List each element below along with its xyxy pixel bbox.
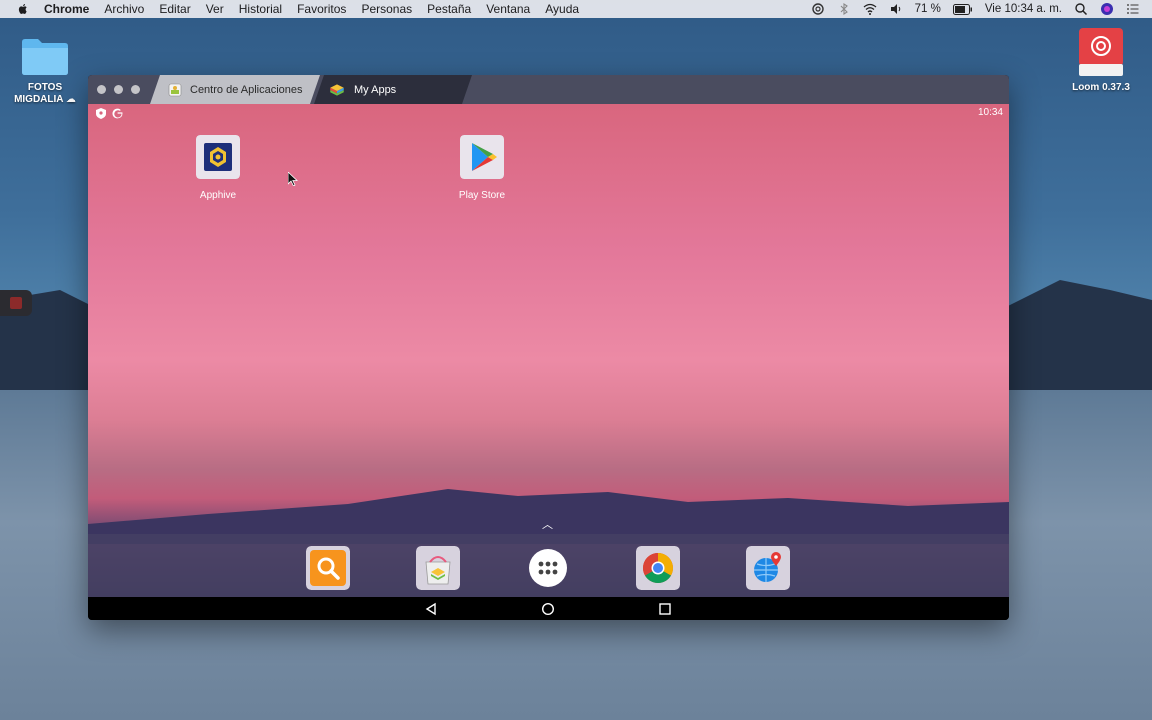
tab-label: Centro de Aplicaciones: [190, 83, 303, 96]
loom-disk-icon: [1079, 28, 1123, 76]
app-label: Apphive: [199, 190, 237, 201]
mouse-cursor-icon: [288, 172, 298, 186]
window-titlebar[interactable]: Centro de Aplicaciones My Apps: [88, 75, 1009, 104]
menu-favoritos[interactable]: Favoritos: [297, 2, 346, 16]
app-play-store[interactable]: Play Store: [437, 135, 527, 201]
android-nav-bar: [88, 597, 1009, 620]
notification-center-icon[interactable]: [1126, 2, 1140, 16]
android-home-screen[interactable]: 10:34 Apphive Play Store ︿: [88, 104, 1009, 597]
home-icon[interactable]: [541, 602, 555, 616]
folder-label-line1: FOTOS: [27, 82, 63, 93]
icloud-icon: ☁: [65, 94, 76, 105]
menu-historial[interactable]: Historial: [239, 2, 282, 16]
app-center-icon[interactable]: [416, 546, 460, 590]
folder-label-line2: MIGDALIA ☁: [12, 94, 78, 106]
menu-ayuda[interactable]: Ayuda: [545, 2, 579, 16]
google-icon: [112, 108, 123, 119]
android-dock: [88, 534, 1009, 597]
apple-icon[interactable]: [16, 2, 30, 16]
recents-icon[interactable]: [658, 602, 672, 616]
zoom-window-button[interactable]: [131, 85, 140, 94]
loom-label: Loom 0.37.3: [1072, 82, 1130, 93]
spotlight-search-icon[interactable]: [1074, 2, 1088, 16]
app-center-tab-icon: [168, 83, 182, 97]
battery-icon[interactable]: [952, 3, 973, 15]
menu-clock[interactable]: Vie 10:34 a. m.: [985, 3, 1062, 15]
loom-menu-icon[interactable]: [811, 2, 825, 16]
wifi-icon[interactable]: [863, 2, 877, 16]
menu-personas[interactable]: Personas: [361, 2, 412, 16]
app-drawer-up-arrow-icon[interactable]: ︿: [542, 516, 553, 532]
tab-label: My Apps: [354, 83, 397, 96]
app-apphive[interactable]: Apphive: [173, 135, 263, 201]
bluestacks-icon: [328, 81, 346, 99]
siri-icon[interactable]: [1100, 2, 1114, 16]
tab-centro-de-aplicaciones[interactable]: Centro de Aplicaciones: [150, 75, 320, 104]
apphive-icon: [196, 135, 240, 179]
menu-pestana[interactable]: Pestaña: [427, 2, 471, 16]
menu-app-name[interactable]: Chrome: [44, 2, 89, 16]
shield-icon: [96, 108, 106, 119]
stop-record-icon[interactable]: [10, 297, 22, 309]
android-clock: 10:34: [977, 107, 1003, 118]
bluestacks-window: Centro de Aplicaciones My Apps 10:34 App…: [88, 75, 1009, 620]
menu-editar[interactable]: Editar: [159, 2, 190, 16]
play-store-icon: [460, 135, 504, 179]
menu-ver[interactable]: Ver: [206, 2, 224, 16]
menu-archivo[interactable]: Archivo: [104, 2, 144, 16]
menu-ventana[interactable]: Ventana: [486, 2, 530, 16]
volume-icon[interactable]: [889, 2, 903, 16]
battery-percent[interactable]: 71 %: [915, 3, 941, 15]
desktop-folder-fotos-migdalia[interactable]: FOTOS MIGDALIA ☁: [12, 36, 78, 106]
back-icon[interactable]: [424, 602, 438, 616]
all-apps-icon[interactable]: [526, 546, 570, 590]
folder-icon: [22, 39, 68, 75]
window-controls: [97, 85, 140, 94]
close-window-button[interactable]: [97, 85, 106, 94]
desktop-loom-disk[interactable]: Loom 0.37.3: [1066, 26, 1136, 93]
android-status-icons: [96, 108, 123, 119]
tab-my-apps[interactable]: My Apps: [314, 75, 472, 104]
recording-widget[interactable]: [0, 290, 32, 316]
menu-bar: Chrome Archivo Editar Ver Historial Favo…: [0, 0, 1152, 18]
bluetooth-icon[interactable]: [837, 2, 851, 16]
chrome-icon[interactable]: [636, 546, 680, 590]
minimize-window-button[interactable]: [114, 85, 123, 94]
folder-label-text: MIGDALIA: [14, 94, 64, 105]
app-label: Play Store: [458, 190, 506, 201]
search-icon[interactable]: [306, 546, 350, 590]
browser-icon[interactable]: [746, 546, 790, 590]
